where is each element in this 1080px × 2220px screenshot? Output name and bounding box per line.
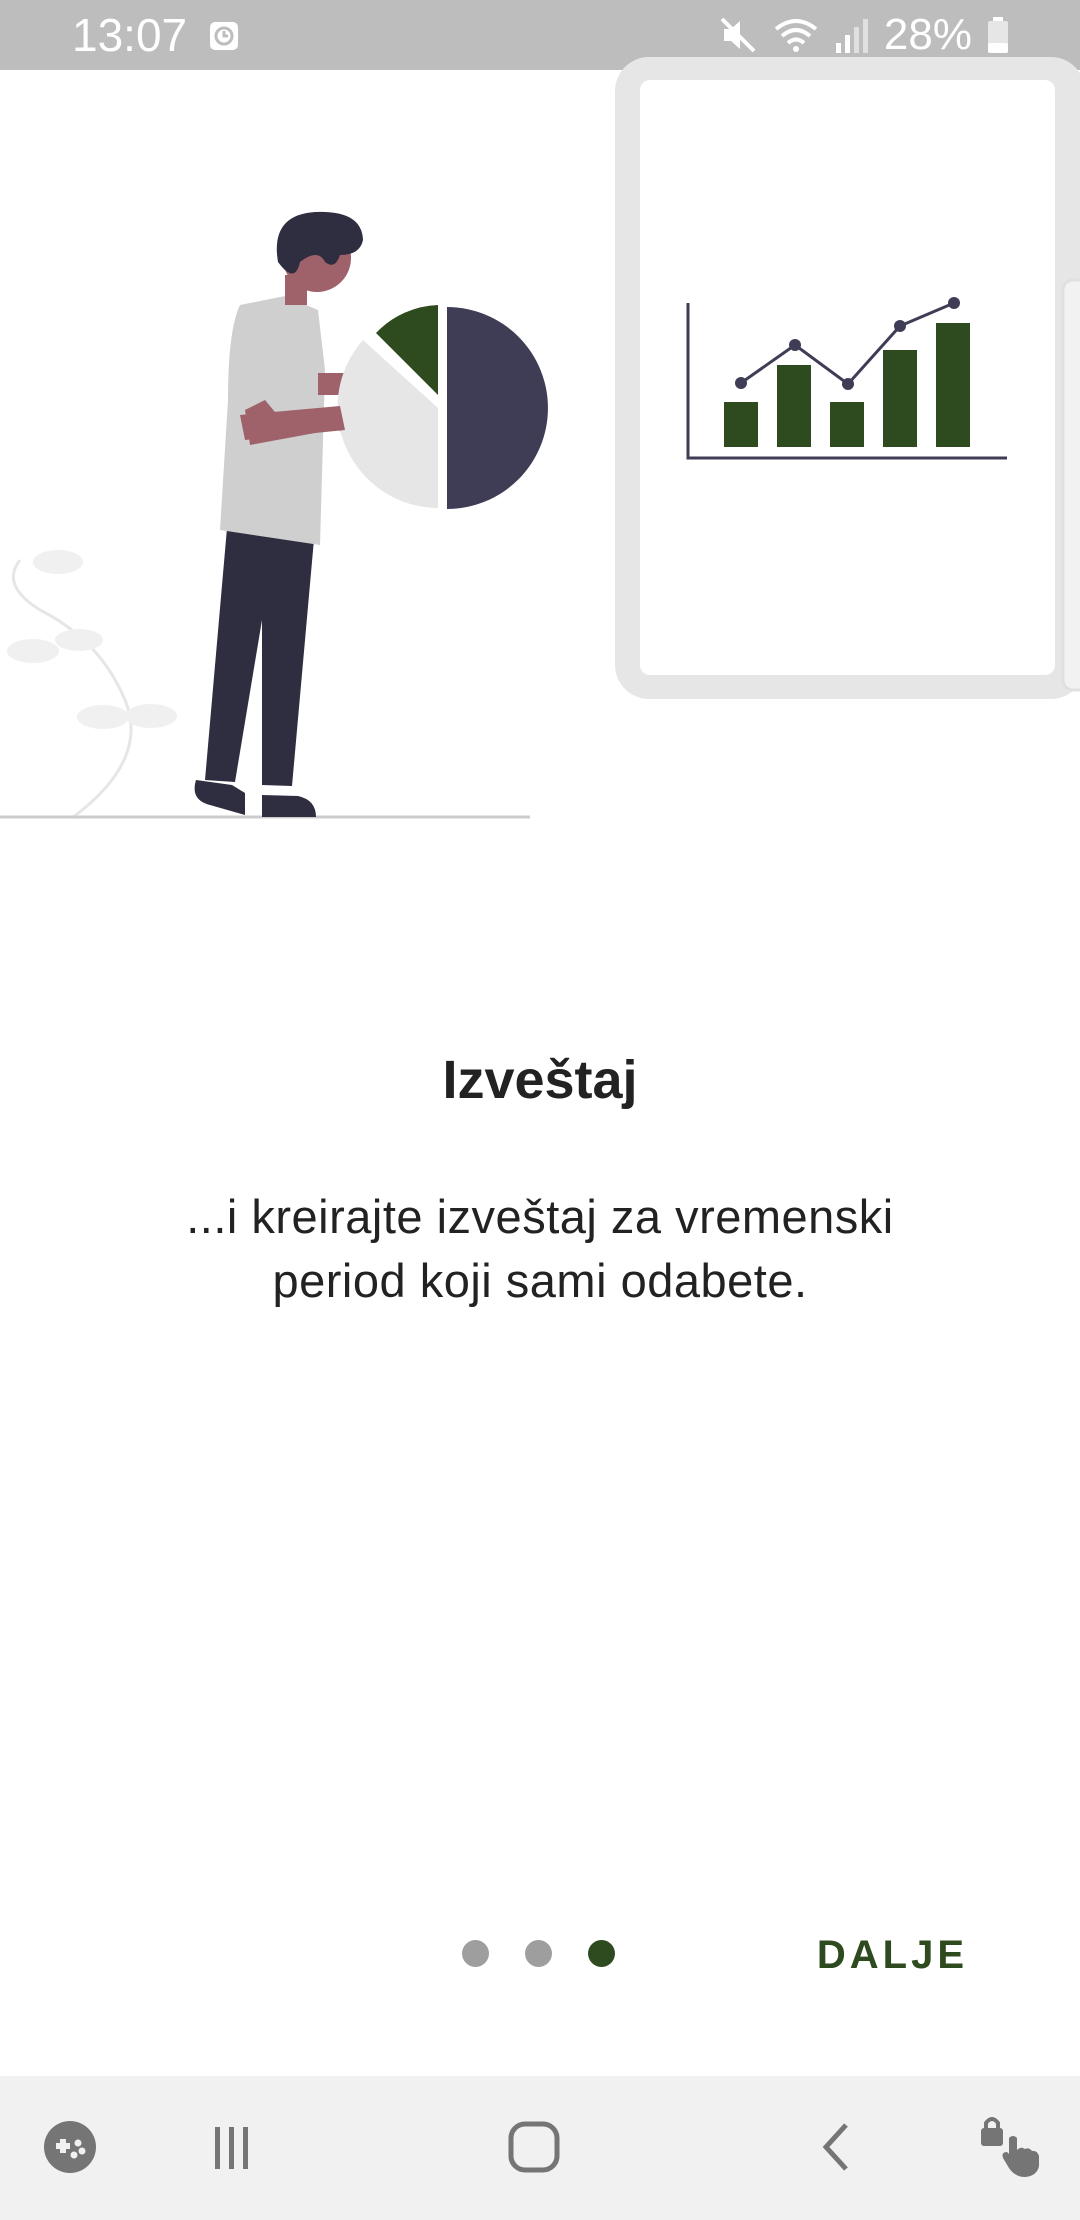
back-button[interactable] [792, 2102, 882, 2192]
navigation-bar [0, 2076, 1080, 2220]
screen-pin-icon [981, 2117, 1039, 2177]
home-button[interactable] [489, 2102, 579, 2192]
page-dot-2[interactable] [525, 1940, 552, 1967]
page-dot-3-active[interactable] [588, 1940, 615, 1967]
onboarding-screen: 13:07 28% Izveštaj ...i kreirajte izvešt… [0, 0, 1080, 2220]
battery-icon [988, 17, 1008, 53]
recent-apps-button[interactable] [186, 2102, 276, 2192]
recent-apps-icon [215, 2127, 248, 2169]
game-launcher-button[interactable] [25, 2102, 115, 2192]
alarm-icon [210, 22, 238, 50]
person-illustration [194, 211, 363, 817]
home-icon [508, 2121, 560, 2173]
screen-pin-button[interactable] [965, 2102, 1055, 2192]
onboarding-title: Izveštaj [442, 1050, 638, 1110]
wifi-icon [774, 19, 818, 52]
onboarding-description: ...i kreirajte izveštaj za vremenski per… [186, 1190, 894, 1307]
status-icons: 28% [718, 8, 1010, 62]
page-dot-1[interactable] [462, 1940, 489, 1967]
signal-icon [835, 19, 868, 53]
next-button[interactable]: DALJE [817, 1925, 968, 1985]
tablet-chart-illustration [615, 57, 1080, 699]
pie-chart-illustration [337, 305, 548, 509]
status-time: 13:07 [72, 9, 188, 61]
battery-percentage: 28% [883, 10, 972, 59]
onboarding-illustration [0, 57, 1080, 820]
plant-illustration [7, 550, 177, 820]
page-indicator [462, 1940, 615, 1970]
mute-icon [720, 17, 756, 53]
back-icon [822, 2123, 848, 2171]
game-launcher-icon [44, 2121, 96, 2173]
